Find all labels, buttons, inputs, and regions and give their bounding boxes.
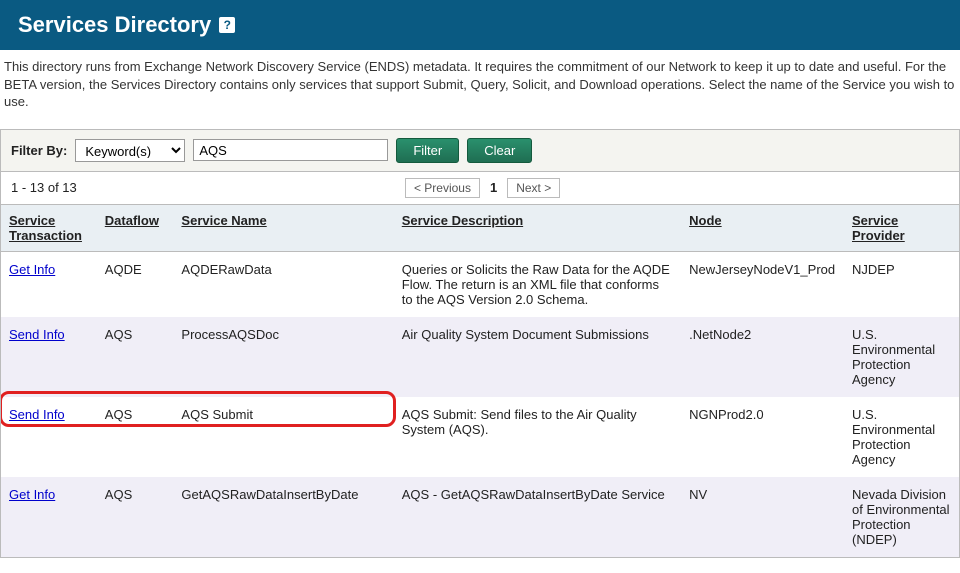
pager: < Previous 1 Next > <box>405 178 560 198</box>
table-row: Get Info AQSGetAQSRawDataInsertByDateAQS … <box>1 477 959 557</box>
service-name-cell: AQDERawData <box>173 251 393 317</box>
services-table: Service Transaction Dataflow Service Nam… <box>1 205 959 557</box>
filter-button[interactable]: Filter <box>396 138 459 163</box>
table-row: Send Info AQSProcessAQSDocAir Quality Sys… <box>1 317 959 397</box>
service-description-cell: Air Quality System Document Submissions <box>394 317 681 397</box>
service-provider-cell: U.S. Environmental Protection Agency <box>844 397 959 477</box>
node-cell: NewJerseyNodeV1_Prod <box>681 251 844 317</box>
results-bar: 1 - 13 of 13 < Previous 1 Next > <box>1 172 959 205</box>
dataflow-cell: AQS <box>97 317 174 397</box>
clear-button[interactable]: Clear <box>467 138 532 163</box>
col-service-provider[interactable]: Service Provider <box>844 205 959 252</box>
service-name-cell: ProcessAQSDoc <box>173 317 393 397</box>
table-row: Get Info AQDEAQDERawDataQueries or Solici… <box>1 251 959 317</box>
node-cell: NGNProd2.0 <box>681 397 844 477</box>
service-description-cell: AQS - GetAQSRawDataInsertByDate Service <box>394 477 681 557</box>
dataflow-cell: AQS <box>97 477 174 557</box>
pager-next[interactable]: Next > <box>507 178 560 198</box>
service-provider-cell: Nevada Division of Environmental Protect… <box>844 477 959 557</box>
pager-page: 1 <box>484 178 503 197</box>
service-name-cell: AQS Submit <box>173 397 393 477</box>
service-transaction-link[interactable]: Get Info <box>9 262 55 277</box>
table-scroll[interactable]: Service Transaction Dataflow Service Nam… <box>1 205 959 557</box>
col-service-transaction[interactable]: Service Transaction <box>1 205 97 252</box>
service-transaction-link[interactable]: Get Info <box>9 487 55 502</box>
service-description-cell: Queries or Solicits the Raw Data for the… <box>394 251 681 317</box>
col-service-name[interactable]: Service Name <box>173 205 393 252</box>
pager-prev[interactable]: < Previous <box>405 178 480 198</box>
col-node[interactable]: Node <box>681 205 844 252</box>
help-icon[interactable]: ? <box>219 17 235 33</box>
filter-type-select[interactable]: Keyword(s) <box>75 139 185 162</box>
filter-bar: Filter By: Keyword(s) Filter Clear <box>1 130 959 172</box>
filter-label: Filter By: <box>11 143 67 158</box>
dataflow-cell: AQS <box>97 397 174 477</box>
results-count: 1 - 13 of 13 <box>11 180 405 195</box>
col-dataflow[interactable]: Dataflow <box>97 205 174 252</box>
service-provider-cell: U.S. Environmental Protection Agency <box>844 317 959 397</box>
node-cell: NV <box>681 477 844 557</box>
intro-text: This directory runs from Exchange Networ… <box>0 50 960 129</box>
service-description-cell: AQS Submit: Send files to the Air Qualit… <box>394 397 681 477</box>
service-name-cell: GetAQSRawDataInsertByDate <box>173 477 393 557</box>
table-header-row: Service Transaction Dataflow Service Nam… <box>1 205 959 252</box>
page-title: Services Directory <box>18 12 211 38</box>
page-header: Services Directory ? <box>0 0 960 50</box>
service-transaction-link[interactable]: Send Info <box>9 407 65 422</box>
service-transaction-link[interactable]: Send Info <box>9 327 65 342</box>
table-row: Send Info AQSAQS SubmitAQS Submit: Send f… <box>1 397 959 477</box>
filter-keyword-input[interactable] <box>193 139 388 161</box>
col-service-description[interactable]: Service Description <box>394 205 681 252</box>
dataflow-cell: AQDE <box>97 251 174 317</box>
results-panel: Filter By: Keyword(s) Filter Clear 1 - 1… <box>0 129 960 558</box>
node-cell: .NetNode2 <box>681 317 844 397</box>
service-provider-cell: NJDEP <box>844 251 959 317</box>
